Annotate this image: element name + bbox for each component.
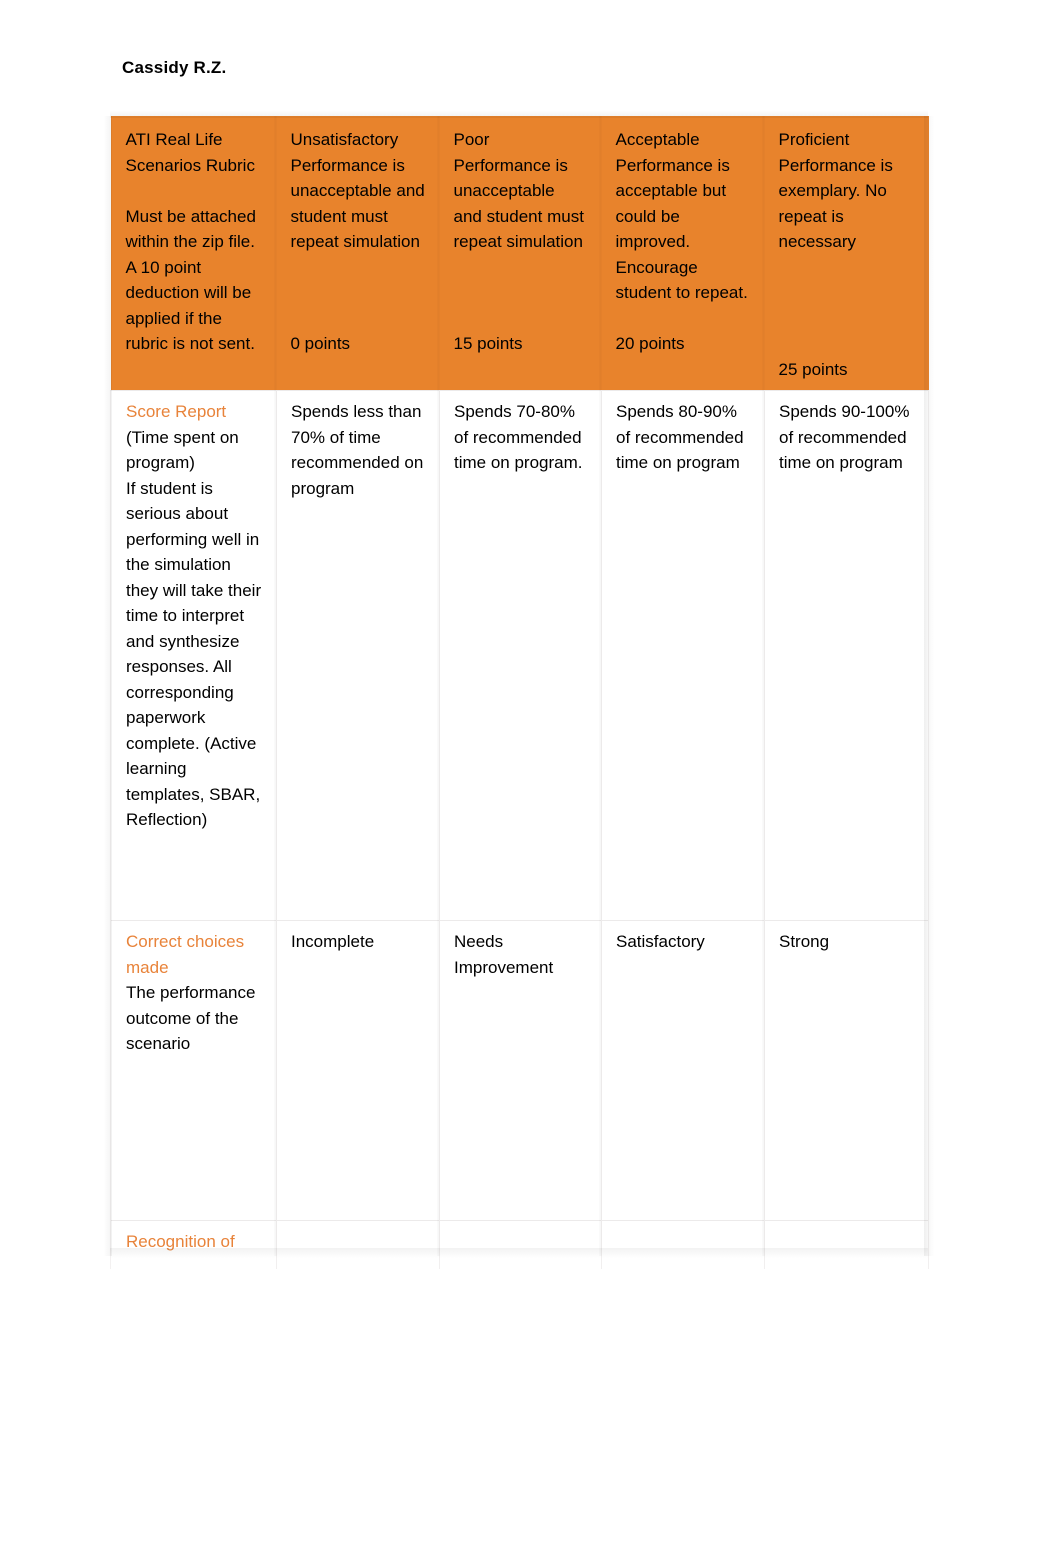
criterion-body: The performance outcome of the scenario <box>126 983 256 1053</box>
cell-correct-choices-proficient: Strong <box>764 920 929 1221</box>
table-row: Score Report (Time spent on program) If … <box>110 390 929 921</box>
cell-score-report-unsatisfactory: Spends less than 70% of time recommended… <box>276 390 440 921</box>
cell-text: Incomplete <box>291 932 375 951</box>
level-description-poor: Performance is unacceptable and student … <box>453 155 584 252</box>
cell-recognition-proficient <box>764 1220 929 1269</box>
header-cell-acceptable: Acceptable Performance is acceptable but… <box>601 116 765 391</box>
criterion-body: (Time spent on program) If student is se… <box>126 427 262 830</box>
header-cell-unsatisfactory: Unsatisfactory Performance is unacceptab… <box>276 116 440 391</box>
criterion-title: Score Report <box>126 402 227 421</box>
cell-recognition-acceptable <box>601 1220 765 1269</box>
cell-text: Strong <box>779 932 830 951</box>
cell-correct-choices-acceptable: Satisfactory <box>601 920 765 1221</box>
level-description-proficient: Performance is exemplary. No repeat is n… <box>778 155 893 252</box>
cell-text: Satisfactory <box>616 932 705 951</box>
cell-recognition-unsatisfactory <box>276 1220 440 1269</box>
cell-correct-choices-unsatisfactory: Incomplete <box>276 920 440 1221</box>
level-description-acceptable: Performance is acceptable but could be i… <box>615 155 748 303</box>
level-points-poor: 15 points <box>453 334 523 353</box>
level-label-unsatisfactory: Unsatisfactory <box>290 130 399 149</box>
level-points-acceptable: 20 points <box>615 334 685 353</box>
rubric-table: ATI Real Life Scenarios Rubric Must be a… <box>110 116 929 1269</box>
cell-score-report-poor: Spends 70-80% of recommended time on pro… <box>439 390 602 921</box>
level-label-acceptable: Acceptable <box>615 130 700 149</box>
cell-text: Spends less than 70% of time recommended… <box>291 402 424 498</box>
rubric-attachment-note: Must be attached within the zip file. A … <box>125 206 256 354</box>
table-row: Recognition of <box>110 1220 929 1269</box>
criterion-cell-recognition: Recognition of <box>110 1220 277 1269</box>
document-page: Cassidy R.Z. ATI Real Life Scenarios Rub… <box>0 0 1062 1556</box>
cell-text: Spends 80-90% of recommended time on pro… <box>616 402 744 472</box>
criterion-title: Correct choices made <box>126 932 245 977</box>
cell-text: Spends 90-100% of recommended time on pr… <box>779 402 910 472</box>
cell-correct-choices-poor: Needs Improvement <box>439 920 602 1221</box>
cell-score-report-acceptable: Spends 80-90% of recommended time on pro… <box>601 390 765 921</box>
cell-score-report-proficient: Spends 90-100% of recommended time on pr… <box>764 390 929 921</box>
cell-recognition-poor <box>439 1220 602 1269</box>
level-label-poor: Poor <box>453 130 490 149</box>
header-cell-proficient: Proficient Performance is exemplary. No … <box>764 116 929 391</box>
header-cell-criteria: ATI Real Life Scenarios Rubric Must be a… <box>110 116 277 391</box>
table-header-row: ATI Real Life Scenarios Rubric Must be a… <box>110 116 929 391</box>
level-label-proficient: Proficient <box>778 130 850 149</box>
level-points-unsatisfactory: 0 points <box>290 334 351 353</box>
cell-text: Needs Improvement <box>454 932 554 977</box>
page-title: Cassidy R.Z. <box>122 58 227 77</box>
rubric-title: ATI Real Life Scenarios Rubric <box>125 130 255 175</box>
level-points-proficient: 25 points <box>778 359 848 379</box>
criterion-cell-correct-choices: Correct choices made The performance out… <box>110 920 277 1221</box>
cell-text: Spends 70-80% of recommended time on pro… <box>454 402 583 472</box>
level-description-unsatisfactory: Performance is unacceptable and student … <box>290 155 425 252</box>
criterion-cell-score-report: Score Report (Time spent on program) If … <box>110 390 277 921</box>
criterion-title: Recognition of <box>126 1232 235 1251</box>
table-row: Correct choices made The performance out… <box>110 920 929 1221</box>
header-cell-poor: Poor Performance is unacceptable and stu… <box>439 116 602 391</box>
